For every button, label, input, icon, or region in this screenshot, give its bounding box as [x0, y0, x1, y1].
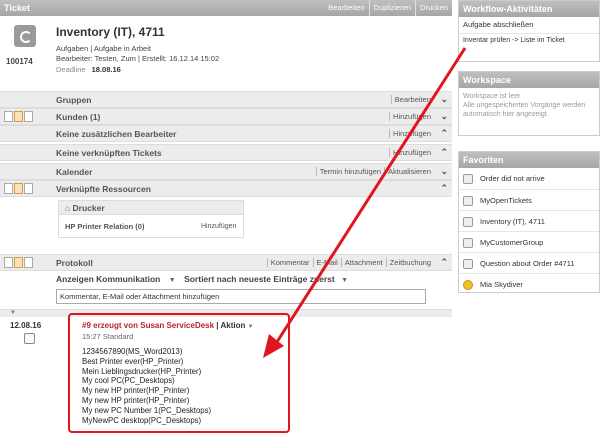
arrow-shaft — [273, 47, 467, 346]
annotation-arrow — [263, 47, 467, 358]
